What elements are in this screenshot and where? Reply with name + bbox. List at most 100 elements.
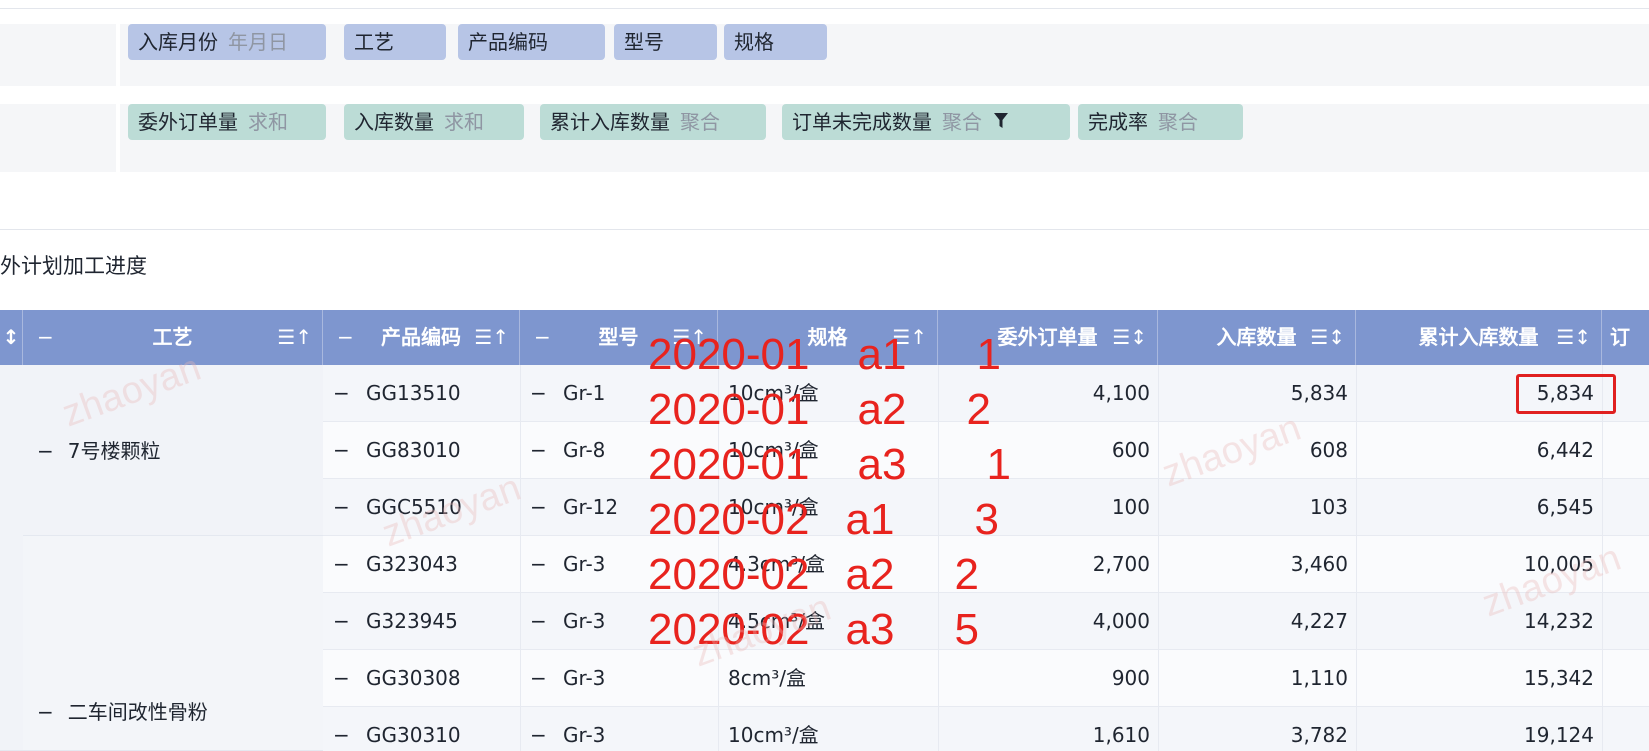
chip-aggregation[interactable]: 聚合 bbox=[680, 110, 720, 134]
chip-label: 累计入库数量 bbox=[550, 110, 670, 134]
header-label: 委外订单量 bbox=[997, 325, 1098, 349]
chip-craft[interactable]: 工艺 bbox=[344, 24, 446, 60]
chip-completion-rate[interactable]: 完成率 聚合 bbox=[1078, 104, 1243, 140]
filter-icon[interactable] bbox=[994, 106, 1008, 140]
chip-label: 产品编码 bbox=[468, 30, 548, 54]
measure-bar: 委外订单量 求和 入库数量 求和 累计入库数量 聚合 订单未完成数量 聚合 完成率 聚合 bbox=[0, 104, 1649, 172]
model-cell: Gr-3 bbox=[563, 666, 606, 690]
header-label: 订 bbox=[1610, 325, 1630, 349]
chip-cumulative-inbound-qty[interactable]: 累计入库数量 聚合 bbox=[540, 104, 766, 140]
minus-icon[interactable]: − bbox=[333, 536, 350, 593]
minus-icon[interactable]: − bbox=[534, 310, 551, 365]
highlight-box bbox=[1516, 374, 1616, 414]
table-row[interactable]: − G323945 − Gr-3 4.5cm³/盒 4,000 4,227 14… bbox=[323, 593, 1649, 650]
chip-inbound-qty[interactable]: 入库数量 求和 bbox=[344, 104, 524, 140]
product-code-cell: GG30308 bbox=[366, 666, 461, 690]
row-bar-drop-area[interactable]: 入库月份 年月日 工艺 产品编码 型号 规格 bbox=[120, 24, 1649, 86]
header-product-code[interactable]: − 产品编码 ☰↑ bbox=[323, 310, 520, 365]
chip-model[interactable]: 型号 bbox=[614, 24, 717, 60]
header-col-month[interactable]: ↕ bbox=[0, 310, 23, 365]
chip-spec[interactable]: 规格 bbox=[724, 24, 827, 60]
header-label: 型号 bbox=[598, 325, 639, 349]
craft-name: 二车间改性骨粉 bbox=[67, 700, 208, 724]
sort-icon[interactable]: ☰↑ bbox=[474, 310, 509, 365]
header-cumulative-inbound-qty[interactable]: 累计入库数量 ☰↕ bbox=[1356, 310, 1602, 365]
minus-icon[interactable]: − bbox=[333, 707, 350, 751]
minus-icon[interactable]: − bbox=[530, 536, 547, 593]
sort-icon[interactable]: ☰↕ bbox=[1310, 310, 1345, 365]
header-label: 入库数量 bbox=[1216, 325, 1297, 349]
sort-icon[interactable]: ↕ bbox=[3, 325, 20, 349]
report-title: 外计划加工进度 bbox=[0, 254, 147, 278]
chip-inbound-month[interactable]: 入库月份 年月日 bbox=[128, 24, 326, 60]
minus-icon[interactable]: − bbox=[333, 479, 350, 536]
craft-group-label: −7号楼颗粒 bbox=[37, 435, 161, 464]
annotation-line: 2020-01 a1 1 bbox=[648, 330, 1001, 379]
cumulative-qty-cell: 6,442 bbox=[1536, 438, 1594, 462]
inbound-qty-cell: 3,460 bbox=[1290, 552, 1348, 576]
header-inbound-qty[interactable]: 入库数量 ☰↕ bbox=[1158, 310, 1356, 365]
chip-label: 完成率 bbox=[1088, 110, 1148, 134]
inbound-qty-cell: 5,834 bbox=[1290, 381, 1348, 405]
minus-icon[interactable]: − bbox=[333, 365, 350, 422]
chip-order-unfinished-qty[interactable]: 订单未完成数量 聚合 bbox=[782, 104, 1070, 140]
month-group-cell bbox=[0, 365, 23, 751]
header-label: 产品编码 bbox=[381, 325, 461, 349]
annotation-line: 2020-02 a1 3 bbox=[648, 495, 999, 544]
measure-bar-label-area bbox=[0, 104, 116, 172]
table-row[interactable]: − GG30310 − Gr-3 10cm³/盒 1,610 3,782 19,… bbox=[323, 707, 1649, 751]
chip-label: 规格 bbox=[734, 30, 774, 54]
inbound-qty-cell: 3,782 bbox=[1290, 723, 1348, 747]
chip-product-code[interactable]: 产品编码 bbox=[458, 24, 605, 60]
product-code-cell: G323945 bbox=[366, 609, 458, 633]
section-divider bbox=[0, 229, 1649, 230]
minus-icon[interactable]: − bbox=[530, 479, 547, 536]
product-code-cell: GG30310 bbox=[366, 723, 461, 747]
chip-label: 入库月份 bbox=[138, 30, 218, 54]
chip-outsourced-order-qty[interactable]: 委外订单量 求和 bbox=[128, 104, 326, 140]
sort-icon[interactable]: ☰↑ bbox=[277, 310, 312, 365]
product-code-cell: GG13510 bbox=[366, 381, 461, 405]
minus-icon[interactable]: − bbox=[530, 365, 547, 422]
chip-aggregation[interactable]: 聚合 bbox=[1158, 110, 1198, 134]
minus-icon[interactable]: − bbox=[530, 422, 547, 479]
order-qty-cell: 1,610 bbox=[1092, 723, 1150, 747]
header-unfinished-qty[interactable]: 订 bbox=[1602, 310, 1649, 365]
annotation-line: 2020-01 a2 2 bbox=[648, 385, 991, 434]
minus-icon[interactable]: − bbox=[337, 310, 354, 365]
minus-icon[interactable]: − bbox=[530, 650, 547, 707]
row-dimension-bar: 入库月份 年月日 工艺 产品编码 型号 规格 bbox=[0, 24, 1649, 86]
chip-label: 工艺 bbox=[354, 30, 394, 54]
craft-group-cell: − 二车间改性骨粉 bbox=[23, 536, 323, 751]
cumulative-qty-cell: 19,124 bbox=[1524, 723, 1594, 747]
craft-group-label: − 二车间改性骨粉 bbox=[37, 696, 208, 725]
chip-aggregation[interactable]: 年月日 bbox=[228, 30, 288, 54]
chip-aggregation[interactable]: 聚合 bbox=[942, 110, 982, 134]
chip-label: 入库数量 bbox=[354, 110, 434, 134]
sort-icon[interactable]: ☰↕ bbox=[1556, 310, 1591, 365]
model-cell: Gr-3 bbox=[563, 609, 606, 633]
minus-icon[interactable]: − bbox=[333, 422, 350, 479]
chip-aggregation[interactable]: 求和 bbox=[444, 110, 484, 134]
model-cell: Gr-3 bbox=[563, 552, 606, 576]
inbound-qty-cell: 4,227 bbox=[1290, 609, 1348, 633]
minus-icon[interactable]: − bbox=[333, 593, 350, 650]
minus-icon[interactable]: − bbox=[530, 593, 547, 650]
minus-icon[interactable]: − bbox=[530, 707, 547, 751]
measure-bar-drop-area[interactable]: 委外订单量 求和 入库数量 求和 累计入库数量 聚合 订单未完成数量 聚合 完成率 聚合 bbox=[120, 104, 1649, 172]
chip-label: 型号 bbox=[624, 30, 664, 54]
model-cell: Gr-8 bbox=[563, 438, 606, 462]
annotation-line: 2020-01 a3 1 bbox=[648, 440, 1011, 489]
spec-cell: 10cm³/盒 bbox=[728, 723, 819, 747]
chip-aggregation[interactable]: 求和 bbox=[248, 110, 288, 134]
minus-icon[interactable]: − bbox=[37, 310, 54, 365]
table-row[interactable]: − GG30308 − Gr-3 8cm³/盒 900 1,110 15,342 bbox=[323, 650, 1649, 707]
order-qty-cell: 900 bbox=[1111, 666, 1150, 690]
row-bar-label-area bbox=[0, 24, 116, 86]
minus-icon[interactable]: − bbox=[37, 439, 54, 463]
chip-label: 订单未完成数量 bbox=[792, 110, 932, 134]
minus-icon[interactable]: − bbox=[333, 650, 350, 707]
sort-icon[interactable]: ☰↕ bbox=[1112, 310, 1147, 365]
minus-icon[interactable]: − bbox=[37, 700, 54, 724]
chip-label: 委外订单量 bbox=[138, 110, 238, 134]
